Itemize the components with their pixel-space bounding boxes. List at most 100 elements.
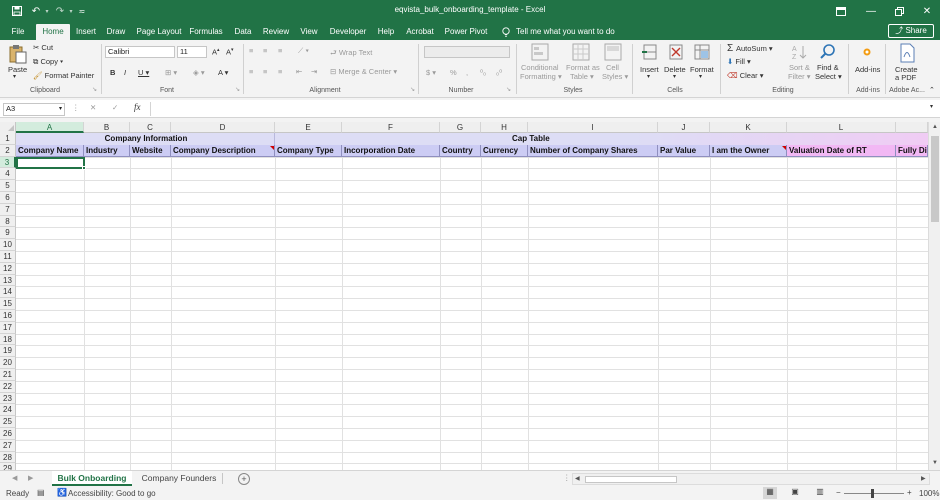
tab-page-layout[interactable]: Page Layout bbox=[134, 24, 184, 40]
normal-view-icon[interactable]: ▦ bbox=[763, 487, 777, 499]
cancel-entry-icon[interactable]: ✕ bbox=[90, 103, 96, 112]
align-top-icon[interactable]: ≡ bbox=[249, 46, 253, 55]
align-right-icon[interactable]: ≡ bbox=[278, 67, 282, 76]
header-cell-number-of-company-shares[interactable]: Number of Company Shares bbox=[528, 144, 658, 157]
sheet-tab-company-founders[interactable]: Company Founders bbox=[136, 471, 222, 486]
column-header-k[interactable]: K bbox=[710, 122, 787, 133]
align-left-icon[interactable]: ≡ bbox=[249, 67, 253, 76]
tab-split-grip-icon[interactable]: ⋮ bbox=[563, 473, 571, 482]
fill-button[interactable]: ⬇ Fill ▾ bbox=[727, 57, 751, 66]
percent-style-icon[interactable]: % bbox=[450, 68, 457, 77]
increase-font-icon[interactable]: A▴ bbox=[212, 47, 220, 57]
sort-filter-icon[interactable]: AZ bbox=[791, 43, 809, 61]
comma-style-icon[interactable]: , bbox=[466, 68, 468, 77]
name-box-dropdown-icon[interactable]: ▾ bbox=[59, 104, 62, 114]
row-header-21[interactable]: 21 bbox=[0, 369, 16, 381]
bold-icon[interactable]: B bbox=[110, 68, 115, 77]
group-header-cap-table[interactable]: Cap Table bbox=[275, 133, 928, 145]
row-header-22[interactable]: 22 bbox=[0, 380, 16, 393]
tab-draw[interactable]: Draw bbox=[103, 24, 129, 40]
tab-power-pivot[interactable]: Power Pivot bbox=[443, 24, 489, 40]
row-header-28[interactable]: 28 bbox=[0, 451, 16, 464]
header-cell-company-description[interactable]: Company Description bbox=[171, 144, 275, 157]
accessibility-status[interactable]: Accessibility: Good to go bbox=[68, 489, 156, 498]
horizontal-scrollbar[interactable]: ◀ ▶ bbox=[572, 473, 930, 485]
row-header-13[interactable]: 13 bbox=[0, 274, 16, 287]
row-header-16[interactable]: 16 bbox=[0, 310, 16, 322]
confirm-entry-icon[interactable]: ✓ bbox=[112, 103, 118, 112]
row-header-26[interactable]: 26 bbox=[0, 428, 16, 440]
ribbon-display-options-icon[interactable] bbox=[834, 4, 848, 18]
new-sheet-icon[interactable]: + bbox=[238, 473, 250, 485]
column-header-f[interactable]: F bbox=[342, 122, 440, 133]
row-header-6[interactable]: 6 bbox=[0, 192, 16, 204]
sheet-tab-bulk-onboarding[interactable]: Bulk Onboarding bbox=[52, 471, 132, 486]
row-header-29[interactable]: 29 bbox=[0, 463, 16, 470]
zoom-in-icon[interactable]: + bbox=[907, 488, 912, 497]
save-icon[interactable] bbox=[10, 4, 24, 18]
number-format-dropdown[interactable] bbox=[424, 46, 510, 58]
column-header-h[interactable]: H bbox=[481, 122, 528, 133]
page-layout-view-icon[interactable]: ▣ bbox=[788, 487, 802, 499]
column-header-b[interactable]: B bbox=[84, 122, 130, 133]
format-as-table-label2[interactable]: Table ▾ bbox=[570, 72, 594, 81]
header-cell-par-value[interactable]: Par Value bbox=[658, 144, 710, 157]
row-header-4[interactable]: 4 bbox=[0, 168, 16, 181]
format-as-table-icon[interactable] bbox=[572, 43, 590, 61]
tab-insert[interactable]: Insert bbox=[73, 24, 99, 40]
decrease-decimal-icon[interactable]: ₀⁰ bbox=[496, 68, 502, 77]
row-header-27[interactable]: 27 bbox=[0, 439, 16, 452]
header-cell-i-am-the-owner[interactable]: I am the Owner bbox=[710, 144, 787, 157]
font-launcher-icon[interactable]: ↘ bbox=[235, 86, 240, 93]
tab-view[interactable]: View bbox=[297, 24, 321, 40]
font-size-dropdown[interactable]: 11 bbox=[177, 46, 207, 58]
zoom-out-icon[interactable]: − bbox=[836, 488, 841, 497]
tab-file[interactable]: File bbox=[6, 24, 30, 40]
collapse-ribbon-icon[interactable]: ⌃ bbox=[929, 86, 935, 94]
row-header-8[interactable]: 8 bbox=[0, 215, 16, 228]
paste-dropdown-icon[interactable]: ▾ bbox=[13, 73, 16, 80]
comment-indicator-icon[interactable] bbox=[782, 145, 786, 150]
page-break-view-icon[interactable]: ▥ bbox=[813, 487, 827, 499]
close-icon[interactable]: ✕ bbox=[920, 4, 934, 18]
conditional-formatting-icon[interactable] bbox=[531, 43, 549, 61]
column-header-g[interactable]: G bbox=[440, 122, 481, 133]
font-name-dropdown[interactable]: Calibri bbox=[105, 46, 175, 58]
column-header-j[interactable]: J bbox=[658, 122, 710, 133]
format-painter-button[interactable]: 🖌 Format Painter bbox=[33, 71, 94, 80]
header-cell-country[interactable]: Country bbox=[440, 144, 481, 157]
row-header-23[interactable]: 23 bbox=[0, 392, 16, 405]
insert-cells-icon[interactable] bbox=[641, 43, 659, 61]
tab-formulas[interactable]: Formulas bbox=[188, 24, 224, 40]
scroll-sheets-left-icon[interactable]: ◀ bbox=[12, 474, 17, 482]
undo-icon[interactable]: ↶ bbox=[29, 4, 43, 18]
active-cell-a3[interactable] bbox=[16, 156, 86, 171]
vertical-scrollbar[interactable]: ▲ ▼ bbox=[928, 122, 940, 470]
find-select-label[interactable]: Find & bbox=[817, 63, 839, 72]
scroll-left-icon[interactable]: ◀ bbox=[575, 475, 580, 482]
header-cell-company-type[interactable]: Company Type bbox=[275, 144, 342, 157]
comment-indicator-icon[interactable] bbox=[270, 145, 274, 150]
tab-acrobat[interactable]: Acrobat bbox=[403, 24, 437, 40]
scroll-down-icon[interactable]: ▼ bbox=[930, 460, 940, 468]
scroll-up-icon[interactable]: ▲ bbox=[930, 124, 940, 132]
format-cells-icon[interactable] bbox=[693, 43, 711, 61]
tab-developer[interactable]: Developer bbox=[326, 24, 370, 40]
cell-styles-label2[interactable]: Styles ▾ bbox=[602, 72, 628, 81]
tab-data[interactable]: Data bbox=[231, 24, 255, 40]
row-header-15[interactable]: 15 bbox=[0, 298, 16, 310]
row-header-25[interactable]: 25 bbox=[0, 416, 16, 428]
horizontal-scroll-thumb[interactable] bbox=[585, 476, 677, 483]
worksheet-grid[interactable]: ABCDEFGHIJKL 1 2 3 4 5 6 7 8 9 10 11 12 13 14 15 16 17 18… bbox=[0, 122, 940, 470]
row-header-2[interactable]: 2 bbox=[0, 144, 16, 157]
redo-icon[interactable]: ↷ bbox=[53, 4, 67, 18]
row-header-7[interactable]: 7 bbox=[0, 203, 16, 216]
row-header-17[interactable]: 17 bbox=[0, 321, 16, 334]
column-header-a[interactable]: A bbox=[16, 122, 84, 133]
fill-color-icon[interactable]: ◈ ▾ bbox=[193, 68, 205, 77]
decrease-indent-icon[interactable]: ⇤ bbox=[296, 67, 302, 76]
redo-dropdown-icon[interactable]: ▾ bbox=[67, 4, 75, 18]
addins-icon[interactable] bbox=[858, 45, 876, 63]
align-middle-icon[interactable]: ≡ bbox=[263, 46, 267, 55]
scroll-sheets-right-icon[interactable]: ▶ bbox=[28, 474, 33, 482]
